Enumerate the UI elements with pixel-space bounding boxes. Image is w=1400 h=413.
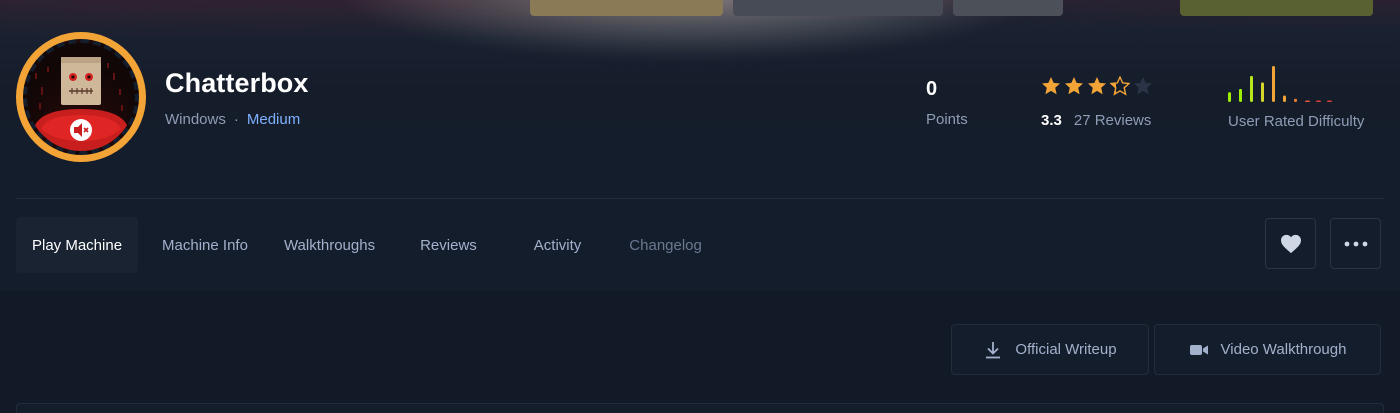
machine-avatar <box>16 32 146 162</box>
rating-stat: 3.3 27 Reviews <box>1041 76 1191 129</box>
favorite-button[interactable] <box>1265 218 1316 269</box>
difficulty-bar <box>1283 95 1286 102</box>
difficulty-bar <box>1261 82 1264 102</box>
difficulty-label: User Rated Difficulty <box>1228 113 1365 130</box>
difficulty-bar <box>1272 66 1275 102</box>
tab-changelog[interactable]: Changelog <box>581 217 702 273</box>
tab-machine-info[interactable]: Machine Info <box>138 217 248 273</box>
machine-name: Chatterbox <box>165 68 309 98</box>
machine-os: Windows <box>165 111 226 128</box>
video-walkthrough-button[interactable]: Video Walkthrough <box>1154 324 1381 375</box>
tab-reviews[interactable]: Reviews <box>375 217 477 273</box>
paper-bag-head-icon <box>33 57 129 151</box>
machine-difficulty: Medium <box>246 111 301 128</box>
points-label: Points <box>926 111 968 128</box>
user-rated-difficulty: User Rated Difficulty <box>1226 64 1396 134</box>
video-camera-icon <box>1189 344 1208 355</box>
rating-value: 3.3 <box>1041 112 1062 129</box>
difficulty-bar <box>1228 92 1231 102</box>
banner-backdrop <box>0 0 1400 200</box>
more-dots-icon <box>1344 241 1367 246</box>
writeup-label: Official Writeup <box>1015 341 1117 358</box>
points-stat: 0 Points <box>926 78 968 128</box>
difficulty-bar <box>1316 100 1321 102</box>
difficulty-bar <box>1250 75 1253 102</box>
video-label: Video Walkthrough <box>1220 341 1347 358</box>
difficulty-bar <box>1239 88 1242 102</box>
rating-stars <box>1041 76 1191 96</box>
star-icon <box>1088 77 1106 95</box>
tab-activity[interactable]: Activity <box>477 217 582 273</box>
machine-meta: Windows · Medium <box>165 111 300 128</box>
star-icon <box>1110 76 1130 96</box>
tab-walkthroughs[interactable]: Walkthroughs <box>248 217 375 273</box>
star-icon <box>1042 77 1060 95</box>
difficulty-bar <box>1327 100 1332 102</box>
tab-play-machine[interactable]: Play Machine <box>16 217 139 273</box>
more-options-button[interactable] <box>1330 218 1381 269</box>
heart-icon <box>1280 234 1301 253</box>
content-card <box>16 403 1384 413</box>
difficulty-bar <box>1305 100 1310 102</box>
difficulty-bar <box>1294 98 1297 102</box>
star-icon <box>1065 77 1083 95</box>
official-writeup-button[interactable]: Official Writeup <box>951 324 1149 375</box>
difficulty-bar-chart <box>1228 66 1332 102</box>
reviews-count[interactable]: 27 Reviews <box>1074 112 1152 129</box>
points-value: 0 <box>926 78 938 100</box>
machine-tabs: Play Machine Machine Info Walkthroughs R… <box>16 217 702 273</box>
download-icon <box>986 341 1001 358</box>
meta-separator: · <box>233 111 239 128</box>
star-icon <box>1134 77 1152 95</box>
header-divider <box>16 198 1384 199</box>
